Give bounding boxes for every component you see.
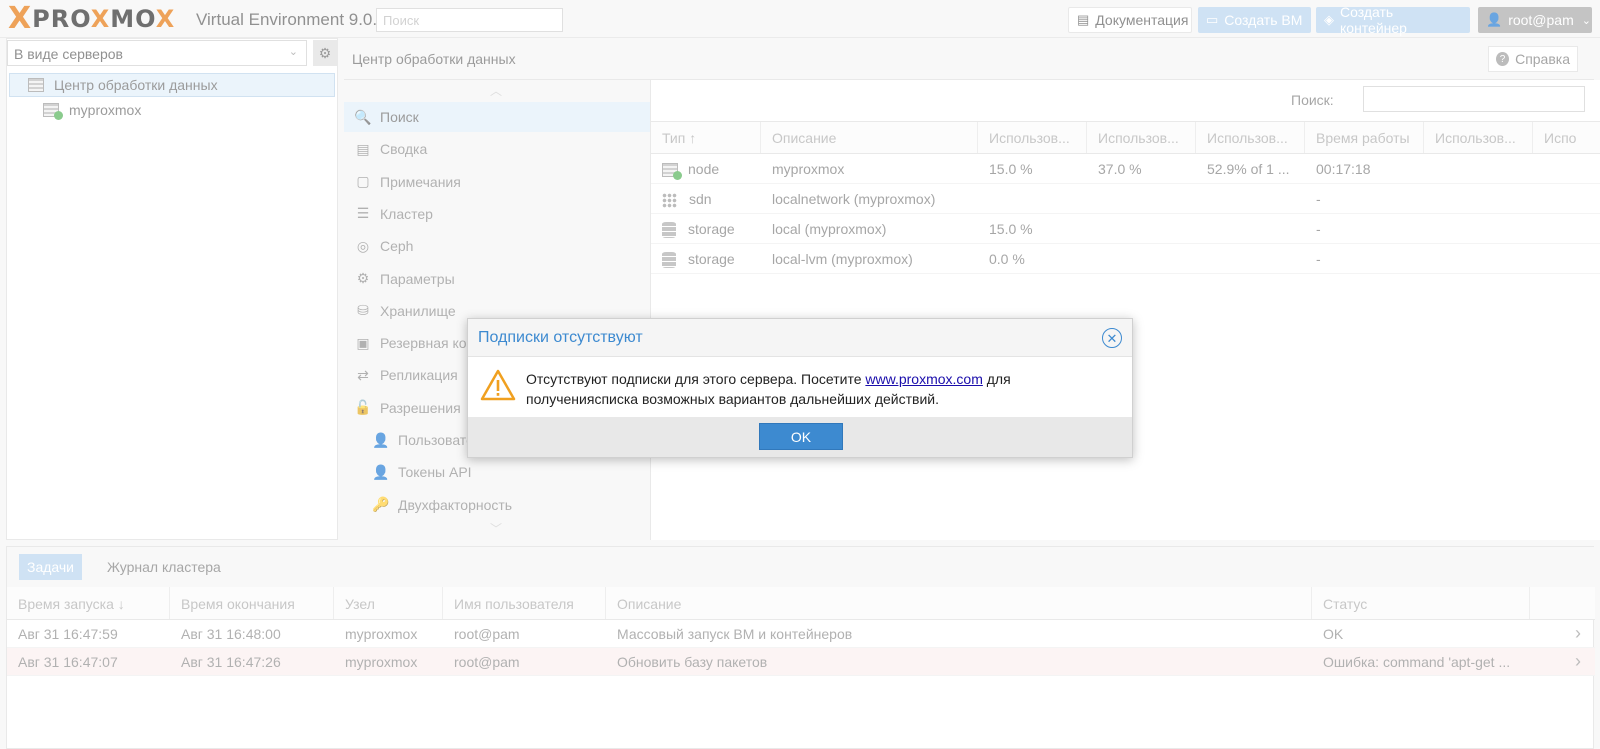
proxmox-website-link[interactable]: www.proxmox.com [865, 371, 982, 387]
no-subscription-dialog: Подписки отсутствуют ✕ Отсутствуют подпи… [467, 318, 1133, 458]
dialog-message: Отсутствуют подписки для этого сервера. … [526, 371, 1011, 407]
warning-icon [480, 369, 516, 401]
ok-button[interactable]: OK [759, 423, 843, 450]
close-icon[interactable]: ✕ [1102, 328, 1122, 348]
dialog-footer: OK [468, 417, 1132, 457]
dialog-header: Подписки отсутствуют ✕ [468, 319, 1132, 357]
dialog-title: Подписки отсутствуют [478, 329, 643, 346]
